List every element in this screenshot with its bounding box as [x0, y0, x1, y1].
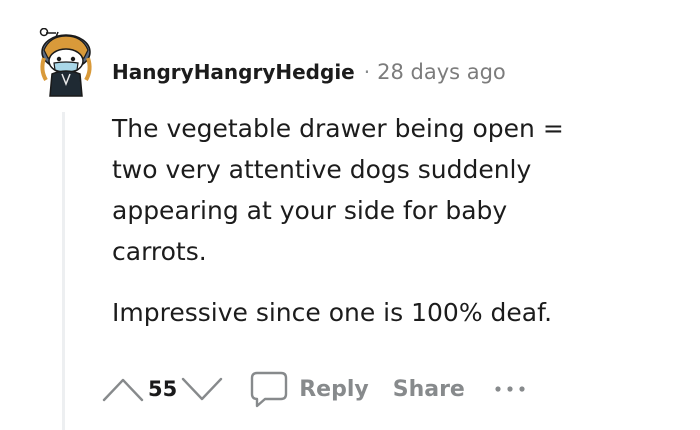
- vote-score: 55: [148, 377, 178, 401]
- comment-actions: 55 Reply Share: [100, 367, 527, 411]
- more-options-button[interactable]: [493, 374, 527, 404]
- upvote-button[interactable]: [100, 371, 146, 407]
- ellipsis-icon: [495, 386, 525, 392]
- comment-body: The vegetable drawer being open = two ve…: [112, 108, 582, 333]
- downvote-button[interactable]: [179, 371, 225, 407]
- speech-bubble-icon: [249, 370, 289, 408]
- comment-paragraph: Impressive since one is 100% deaf.: [112, 298, 553, 327]
- author-username[interactable]: HangryHangryHedgie: [112, 60, 355, 84]
- comment-timestamp[interactable]: 28 days ago: [377, 60, 506, 84]
- downvote-arrow-icon: [182, 377, 223, 401]
- comment-paragraph: The vegetable drawer being open = two ve…: [112, 114, 564, 266]
- upvote-arrow-icon: [102, 378, 144, 402]
- snoo-avatar-icon: [39, 27, 92, 97]
- reply-button[interactable]: Reply: [249, 370, 369, 408]
- comment-header: HangryHangryHedgie · 28 days ago: [112, 58, 506, 86]
- separator-dot: ·: [363, 60, 371, 84]
- avatar[interactable]: [34, 27, 98, 98]
- thread-line[interactable]: [62, 112, 65, 430]
- share-button[interactable]: Share: [393, 377, 465, 402]
- reply-label: Reply: [299, 376, 369, 402]
